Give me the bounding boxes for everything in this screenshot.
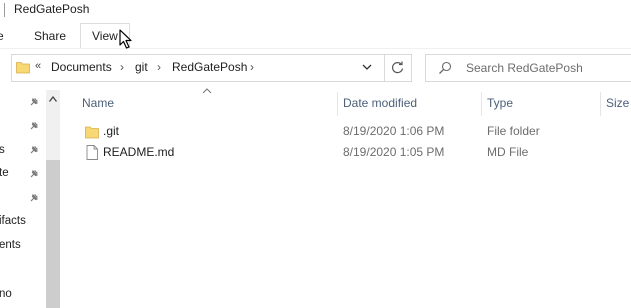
title-bar bbox=[0, 0, 631, 20]
scroll-up-icon[interactable] bbox=[49, 96, 57, 102]
folder-icon bbox=[16, 62, 30, 74]
sort-ascending-icon bbox=[202, 88, 212, 94]
window-title: RedGatePosh bbox=[14, 2, 90, 16]
tab-home[interactable]: e bbox=[0, 29, 4, 43]
file-date: 8/19/2020 1:05 PM bbox=[343, 145, 445, 159]
tab-view[interactable]: View bbox=[92, 29, 118, 43]
search-placeholder[interactable]: Search RedGatePosh bbox=[466, 61, 583, 75]
column-header-size[interactable]: Size bbox=[606, 96, 629, 110]
file-row[interactable]: README.md 8/19/2020 1:05 PM MD File bbox=[62, 142, 631, 163]
pin-icon[interactable] bbox=[28, 168, 40, 180]
nav-item[interactable]: ents bbox=[0, 239, 21, 251]
breadcrumb-redgateposh[interactable]: RedGatePosh bbox=[172, 60, 247, 74]
tab-share[interactable]: Share bbox=[34, 29, 66, 43]
scrollbar-thumb[interactable] bbox=[46, 160, 60, 308]
address-divider bbox=[384, 55, 385, 81]
nav-item[interactable]: te bbox=[0, 167, 9, 179]
file-row[interactable]: .git 8/19/2020 1:06 PM File folder bbox=[62, 121, 631, 142]
file-icon bbox=[86, 145, 98, 160]
breadcrumb-overflow[interactable]: « bbox=[35, 60, 41, 72]
breadcrumb-separator[interactable]: › bbox=[157, 60, 161, 74]
column-divider[interactable] bbox=[481, 92, 482, 116]
ribbon-tabs: e Share View bbox=[0, 22, 631, 49]
file-name[interactable]: README.md bbox=[103, 145, 174, 159]
column-header-type[interactable]: Type bbox=[487, 96, 513, 110]
mouse-cursor-icon bbox=[119, 29, 132, 49]
column-header-date[interactable]: Date modified bbox=[343, 96, 417, 110]
file-type: MD File bbox=[487, 145, 529, 159]
breadcrumb-documents[interactable]: Documents bbox=[51, 60, 112, 74]
breadcrumb-git[interactable]: git bbox=[135, 60, 148, 74]
nav-item[interactable]: ifacts bbox=[0, 215, 26, 227]
navigation-pane: s te ifacts ents no bbox=[0, 90, 46, 308]
file-name[interactable]: .git bbox=[103, 124, 119, 138]
pin-icon[interactable] bbox=[28, 120, 40, 132]
search-icon bbox=[439, 61, 452, 74]
file-type: File folder bbox=[487, 124, 540, 138]
breadcrumb-separator[interactable]: › bbox=[120, 60, 124, 74]
pin-icon[interactable] bbox=[28, 192, 40, 204]
refresh-icon[interactable] bbox=[390, 60, 405, 75]
column-divider[interactable] bbox=[600, 92, 601, 116]
chevron-down-icon[interactable] bbox=[361, 61, 373, 73]
title-separator bbox=[4, 3, 5, 17]
column-divider[interactable] bbox=[337, 92, 338, 116]
nav-item[interactable]: no bbox=[0, 288, 12, 300]
pin-icon[interactable] bbox=[28, 144, 40, 156]
column-header-name[interactable]: Name bbox=[82, 96, 114, 110]
pin-icon[interactable] bbox=[28, 96, 40, 108]
file-date: 8/19/2020 1:06 PM bbox=[343, 124, 445, 138]
folder-icon bbox=[85, 126, 99, 139]
nav-item[interactable]: s bbox=[0, 144, 5, 156]
breadcrumb-separator[interactable]: › bbox=[250, 60, 254, 74]
